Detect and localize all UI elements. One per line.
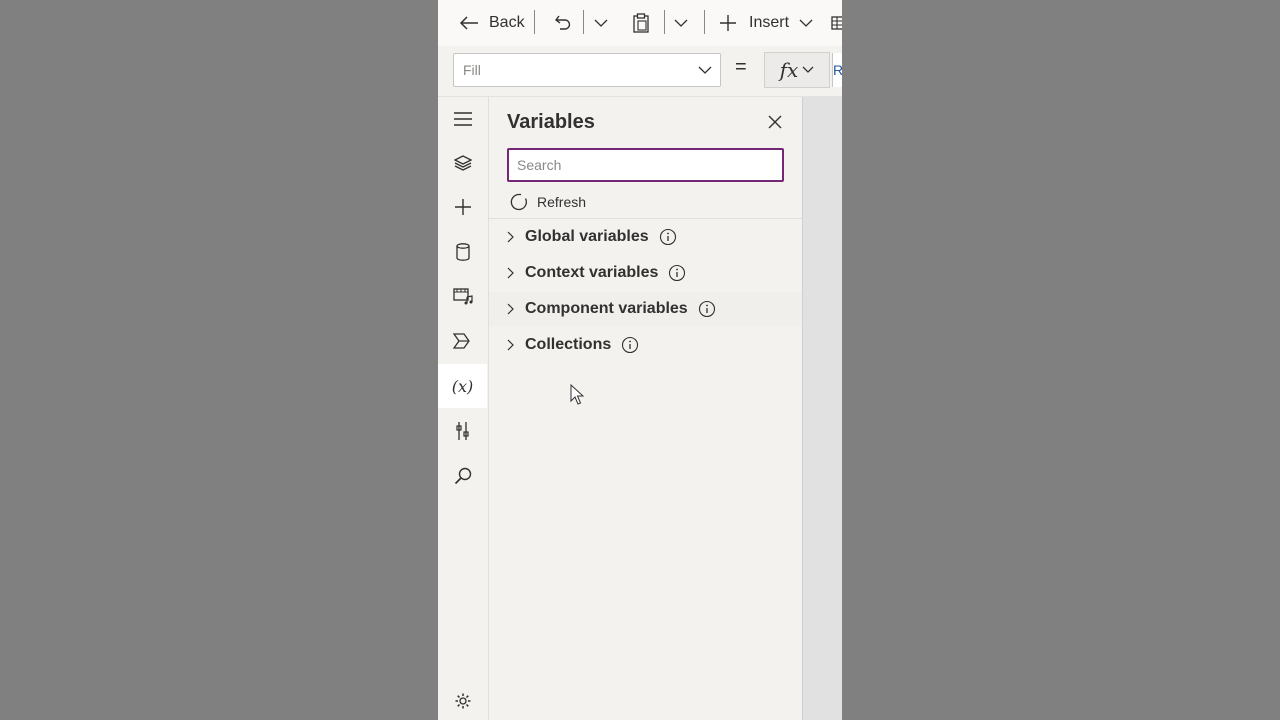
fx-button[interactable]: fx — [764, 52, 830, 88]
insert-label: Insert — [749, 14, 790, 31]
variables-panel: Variables Refresh Global variables Conte… — [489, 97, 803, 720]
close-panel-button[interactable] — [765, 112, 785, 132]
chevron-right-icon — [507, 231, 514, 243]
add-icon — [720, 15, 736, 31]
property-value: Fill — [463, 62, 481, 78]
media-icon — [452, 288, 473, 305]
left-rail: (x) — [438, 97, 489, 720]
formula-value: R — [833, 62, 842, 78]
section-label: Collections — [525, 336, 612, 353]
section-label: Context variables — [525, 264, 659, 281]
info-icon[interactable] — [621, 336, 639, 354]
paste-button[interactable] — [632, 0, 650, 46]
back-arrow-icon — [459, 16, 478, 30]
chevron-down-icon — [698, 66, 712, 74]
info-icon[interactable] — [698, 300, 716, 318]
canvas-area[interactable] — [803, 97, 842, 720]
variables-icon: (x) — [451, 376, 474, 396]
info-icon[interactable] — [668, 264, 686, 282]
formula-input[interactable]: R — [832, 53, 842, 87]
menu-icon — [453, 112, 472, 126]
section-global-variables[interactable]: Global variables — [489, 220, 802, 254]
chevron-right-icon — [507, 339, 514, 351]
rail-variables[interactable]: (x) — [438, 364, 487, 408]
toolbar-divider — [583, 10, 584, 34]
section-component-variables[interactable]: Component variables — [489, 292, 802, 326]
panel-divider — [489, 218, 802, 219]
info-icon[interactable] — [659, 228, 677, 246]
insert-icon — [454, 199, 471, 215]
toolbar-divider — [704, 10, 705, 34]
insert-button[interactable]: Insert — [719, 0, 813, 46]
search-icon — [454, 467, 471, 485]
section-label: Component variables — [525, 300, 688, 317]
rail-advanced-tools[interactable] — [438, 409, 487, 453]
rail-menu-button[interactable] — [438, 97, 487, 141]
toolbar-divider — [664, 10, 665, 34]
section-collections[interactable]: Collections — [489, 328, 802, 362]
rail-power-automate[interactable] — [438, 319, 487, 363]
rail-settings[interactable] — [438, 681, 487, 720]
power-automate-icon — [452, 333, 470, 349]
rail-search[interactable] — [438, 454, 487, 498]
paste-icon — [633, 13, 649, 33]
rail-tree-view[interactable] — [438, 141, 487, 185]
tree-view-icon — [453, 155, 472, 171]
equals-sign: = — [735, 56, 747, 78]
refresh-label: Refresh — [537, 194, 587, 210]
table-icon — [831, 16, 842, 30]
advanced-tools-icon — [455, 422, 469, 440]
rail-insert[interactable] — [438, 185, 487, 229]
chevron-down-icon — [802, 66, 814, 73]
toolbar-divider — [534, 10, 535, 34]
mouse-cursor-icon — [570, 384, 584, 405]
settings-icon — [455, 693, 470, 709]
rail-data[interactable] — [438, 230, 487, 274]
chevron-right-icon — [507, 303, 514, 315]
rail-media[interactable] — [438, 274, 487, 318]
search-input[interactable] — [507, 148, 784, 182]
power-apps-studio: Back Insert Fill = fx R (x) Variables Se… — [438, 0, 842, 720]
data-icon — [455, 243, 470, 261]
undo-icon — [555, 15, 571, 30]
panel-title: Variables — [507, 111, 595, 133]
property-dropdown[interactable]: Fill — [453, 53, 721, 87]
close-icon — [768, 115, 782, 129]
fx-label: fx — [779, 58, 799, 82]
undo-button[interactable] — [554, 0, 572, 46]
paste-dropdown[interactable] — [674, 0, 688, 46]
new-screen-button[interactable] — [831, 0, 842, 46]
chevron-down-icon — [674, 19, 688, 27]
back-button[interactable]: Back — [458, 0, 525, 46]
chevron-down-icon — [594, 19, 608, 27]
command-bar: Back Insert — [438, 0, 842, 47]
chevron-right-icon — [507, 267, 514, 279]
section-label: Global variables — [525, 228, 649, 245]
chevron-down-icon — [799, 19, 813, 27]
refresh-icon — [510, 193, 527, 211]
undo-dropdown[interactable] — [594, 0, 608, 46]
refresh-button[interactable]: Refresh — [509, 191, 586, 213]
back-label: Back — [489, 14, 525, 31]
section-context-variables[interactable]: Context variables — [489, 256, 802, 290]
